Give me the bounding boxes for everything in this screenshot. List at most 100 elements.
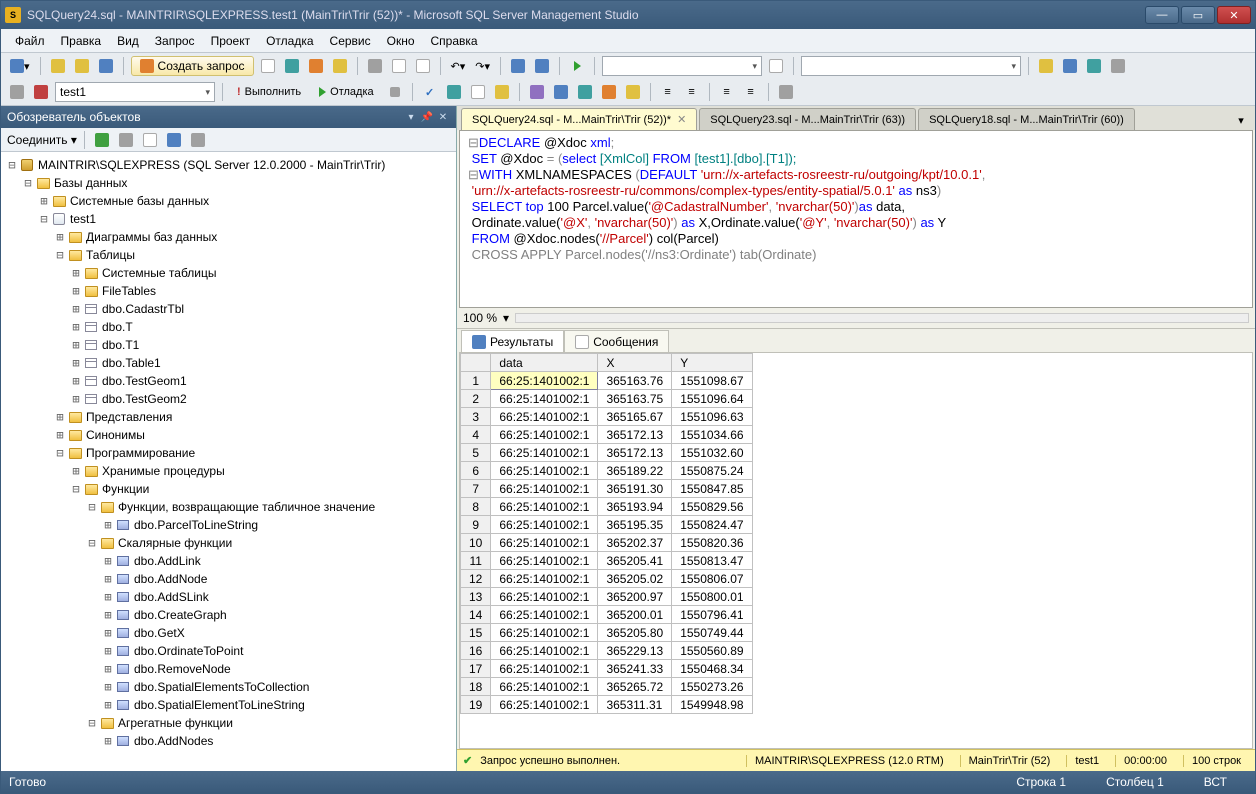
tree-aggrfn[interactable]: Агрегатные функции <box>118 716 233 730</box>
table-row[interactable]: 466:25:1401002:1365172.131551034.66 <box>461 426 753 444</box>
nav-back[interactable] <box>508 56 528 76</box>
tree-tvf[interactable]: Функции, возвращающие табличное значение <box>118 500 375 514</box>
tree-spatelcoll[interactable]: dbo.SpatialElementsToCollection <box>134 680 309 694</box>
comment-button[interactable]: ≡ <box>717 82 737 102</box>
table-row[interactable]: 1866:25:1401002:1365265.721550273.26 <box>461 678 753 696</box>
tree-systables[interactable]: Системные таблицы <box>102 266 217 280</box>
sql-editor[interactable]: ⊟DECLARE @Xdoc xml; SET @Xdoc = (select … <box>459 130 1253 308</box>
oe-btn4[interactable] <box>164 130 184 150</box>
debug-start[interactable] <box>567 56 587 76</box>
tree-testgeom2[interactable]: dbo.TestGeom2 <box>102 392 187 406</box>
table-row[interactable]: 166:25:1401002:1365163.761551098.67 <box>461 372 753 390</box>
menu-help[interactable]: Справка <box>423 31 486 51</box>
table-row[interactable]: 1366:25:1401002:1365200.971550800.01 <box>461 588 753 606</box>
panel-pin-icon[interactable]: 📌 <box>420 110 434 124</box>
tb-g4[interactable] <box>1108 56 1128 76</box>
tb2-b[interactable] <box>31 82 51 102</box>
tree-filetables[interactable]: FileTables <box>102 284 156 298</box>
save-button[interactable] <box>96 56 116 76</box>
results-grid[interactable]: dataXY166:25:1401002:1365163.761551098.6… <box>459 352 1253 749</box>
table-row[interactable]: 1766:25:1401002:1365241.331550468.34 <box>461 660 753 678</box>
table-row[interactable]: 1466:25:1401002:1365200.011550796.41 <box>461 606 753 624</box>
close-button[interactable]: ✕ <box>1217 6 1251 24</box>
tree-table1[interactable]: dbo.Table1 <box>102 356 161 370</box>
menu-file[interactable]: Файл <box>7 31 53 51</box>
table-row[interactable]: 1566:25:1401002:1365205.801550749.44 <box>461 624 753 642</box>
open-button[interactable] <box>48 56 68 76</box>
tree-synonyms[interactable]: Синонимы <box>86 428 145 442</box>
oe-refresh[interactable] <box>92 130 112 150</box>
connect-button[interactable]: Соединить ▾ <box>7 133 77 147</box>
tree-addnode[interactable]: dbo.AddNode <box>134 572 207 586</box>
tb-d2[interactable] <box>282 56 302 76</box>
tb2-g[interactable] <box>551 82 571 102</box>
new-button[interactable]: ▾ <box>7 56 33 76</box>
open2-button[interactable] <box>72 56 92 76</box>
maximize-button[interactable]: ▭ <box>1181 6 1215 24</box>
menu-query[interactable]: Запрос <box>147 31 203 51</box>
table-row[interactable]: 1966:25:1401002:1365311.311549948.98 <box>461 696 753 714</box>
combo-solution[interactable]: ▾ <box>801 56 1021 76</box>
table-row[interactable]: 766:25:1401002:1365191.301550847.85 <box>461 480 753 498</box>
combo-empty[interactable]: ▾ <box>602 56 762 76</box>
menu-edit[interactable]: Правка <box>53 31 110 51</box>
copy-button[interactable] <box>389 56 409 76</box>
tree-diagrams[interactable]: Диаграммы баз данных <box>86 230 217 244</box>
minimize-button[interactable]: — <box>1145 6 1179 24</box>
tb-g2[interactable] <box>1060 56 1080 76</box>
indent-right[interactable]: ≡ <box>682 82 702 102</box>
table-row[interactable]: 1266:25:1401002:1365205.021550806.07 <box>461 570 753 588</box>
panel-close-icon[interactable]: ✕ <box>436 110 450 124</box>
tree-t1[interactable]: dbo.T1 <box>102 338 139 352</box>
oe-btn3[interactable] <box>140 130 160 150</box>
tab-query23[interactable]: SQLQuery23.sql - M...MainTrir\Trir (63)) <box>699 108 916 130</box>
tree-scalarfn[interactable]: Скалярные функции <box>118 536 232 550</box>
tree-server[interactable]: MAINTRIR\SQLEXPRESS (SQL Server 12.0.200… <box>38 158 385 172</box>
tree-views[interactable]: Представления <box>86 410 172 424</box>
indent-left[interactable]: ≡ <box>658 82 678 102</box>
oe-btn2[interactable] <box>116 130 136 150</box>
table-row[interactable]: 266:25:1401002:1365163.751551096.64 <box>461 390 753 408</box>
table-row[interactable]: 1066:25:1401002:1365202.371550820.36 <box>461 534 753 552</box>
create-query-button[interactable]: Создать запрос <box>131 56 254 76</box>
tab-messages[interactable]: Сообщения <box>564 330 669 352</box>
tree-creategraph[interactable]: dbo.CreateGraph <box>134 608 227 622</box>
table-row[interactable]: 866:25:1401002:1365193.941550829.56 <box>461 498 753 516</box>
tb2-h[interactable] <box>575 82 595 102</box>
tb2-j[interactable] <box>623 82 643 102</box>
tab-query24[interactable]: SQLQuery24.sql - M...MainTrir\Trir (52))… <box>461 108 697 130</box>
tree-addnodes[interactable]: dbo.AddNodes <box>134 734 213 748</box>
object-tree[interactable]: ⊟MAINTRIR\SQLEXPRESS (SQL Server 12.0.20… <box>1 152 456 771</box>
zoom-level[interactable]: 100 % <box>463 311 497 325</box>
tb2-a[interactable] <box>7 82 27 102</box>
tb2-d[interactable] <box>468 82 488 102</box>
menu-project[interactable]: Проект <box>203 31 259 51</box>
nav-fwd[interactable] <box>532 56 552 76</box>
menu-window[interactable]: Окно <box>379 31 423 51</box>
paste-button[interactable] <box>413 56 433 76</box>
tab-results[interactable]: Результаты <box>461 330 564 352</box>
db-combo[interactable]: test1▾ <box>55 82 215 102</box>
tb2-f[interactable] <box>527 82 547 102</box>
parse-button[interactable]: ✓ <box>420 82 440 102</box>
tb2-i[interactable] <box>599 82 619 102</box>
tree-storedprocs[interactable]: Хранимые процедуры <box>102 464 225 478</box>
tb-d1[interactable] <box>258 56 278 76</box>
tree-getx[interactable]: dbo.GetX <box>134 626 185 640</box>
table-row[interactable]: 1666:25:1401002:1365229.131550560.89 <box>461 642 753 660</box>
tree-databases[interactable]: Базы данных <box>54 176 127 190</box>
oe-btn5[interactable] <box>188 130 208 150</box>
tree-test1[interactable]: test1 <box>70 212 96 226</box>
panel-menu-icon[interactable]: ▾ <box>404 110 418 124</box>
tb2-e[interactable] <box>492 82 512 102</box>
tb-g3[interactable] <box>1084 56 1104 76</box>
tab-close-icon[interactable]: ✕ <box>677 113 686 126</box>
tree-removenode[interactable]: dbo.RemoveNode <box>134 662 231 676</box>
tree-ordtopoint[interactable]: dbo.OrdinateToPoint <box>134 644 243 658</box>
redo-button[interactable]: ↷▾ <box>472 56 493 76</box>
undo-button[interactable]: ↶▾ <box>448 56 469 76</box>
tb-d3[interactable] <box>306 56 326 76</box>
tb-d4[interactable] <box>330 56 350 76</box>
tabs-overflow-icon[interactable]: ▾ <box>1231 110 1251 130</box>
table-row[interactable]: 1166:25:1401002:1365205.411550813.47 <box>461 552 753 570</box>
